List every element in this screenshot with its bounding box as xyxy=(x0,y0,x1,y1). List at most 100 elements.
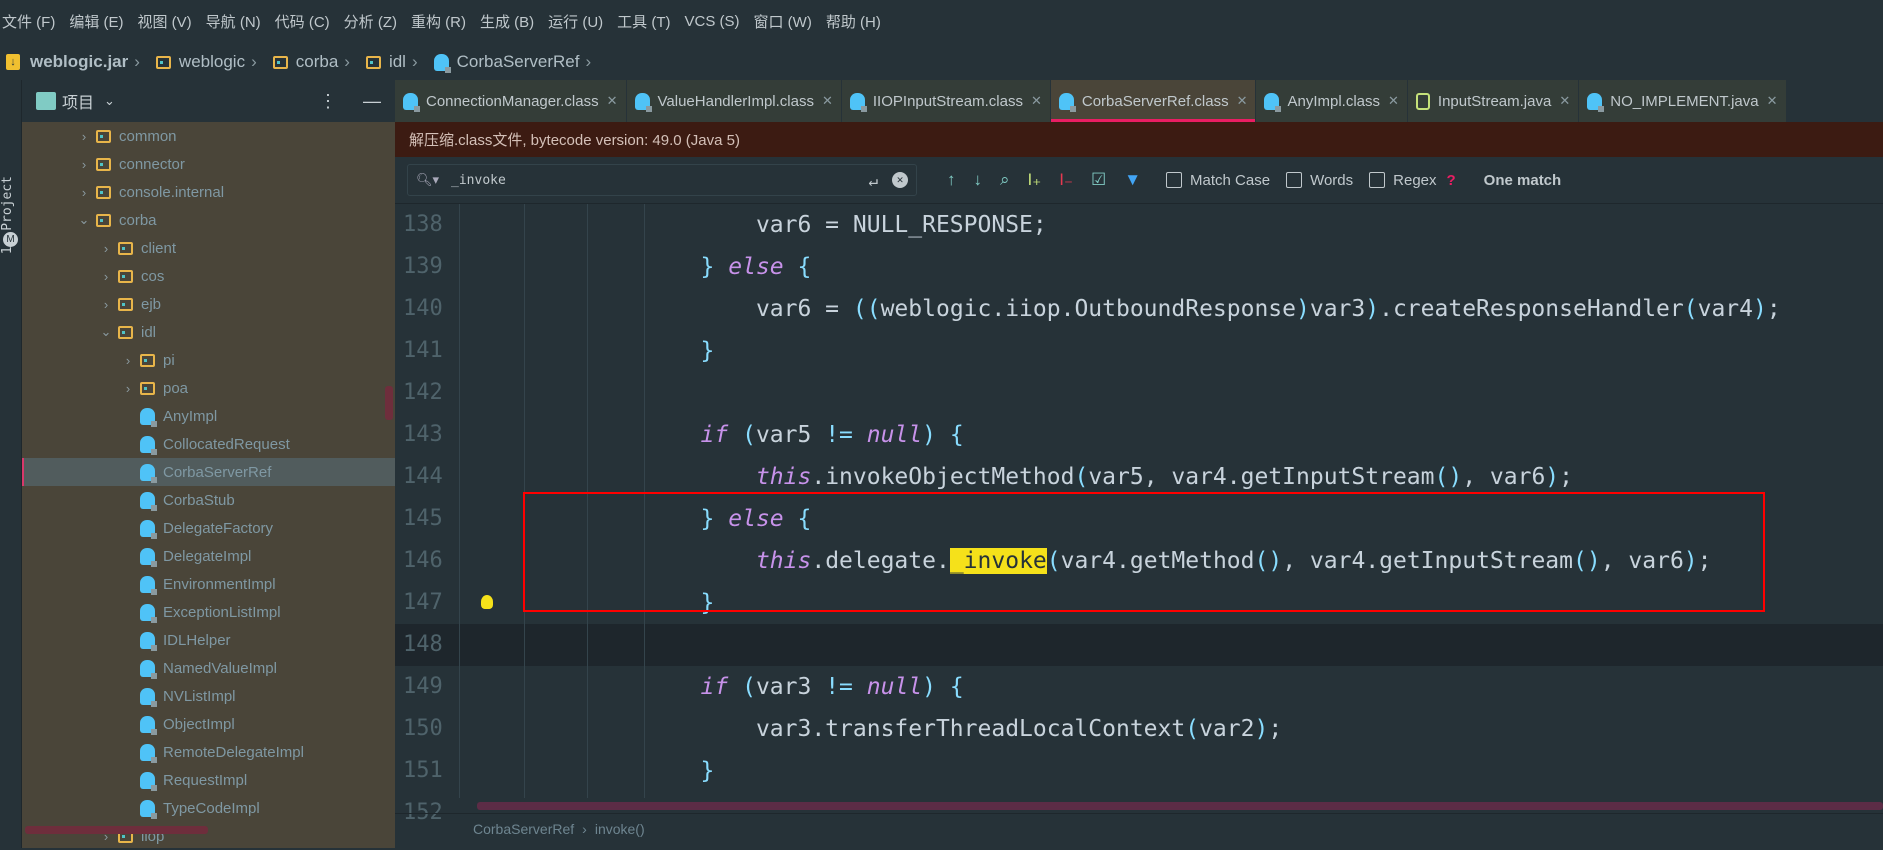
code-line[interactable]: } xyxy=(395,750,1883,792)
chevron-right-icon[interactable]: › xyxy=(120,353,136,368)
chevron-right-icon[interactable]: › xyxy=(98,269,114,284)
breadcrumb-idl[interactable]: idl › xyxy=(365,52,426,72)
previous-occurrence-icon[interactable]: ↑ xyxy=(947,170,956,190)
tree-item[interactable]: › cos xyxy=(22,262,395,290)
tree-item[interactable]: DelegateImpl xyxy=(22,542,395,570)
tree-item[interactable]: ⌄ corba xyxy=(22,206,395,234)
editor-tab[interactable]: AnyImpl.class ✕ xyxy=(1256,80,1408,122)
words-checkbox[interactable]: Words xyxy=(1286,172,1353,189)
menu-item[interactable]: 编辑 (E) xyxy=(69,11,123,32)
close-icon[interactable]: ✕ xyxy=(1767,93,1778,109)
tree-item[interactable]: › common xyxy=(22,122,395,150)
editor-tab[interactable]: IIOPInputStream.class ✕ xyxy=(841,80,1051,122)
project-view-selector[interactable]: 项目 xyxy=(62,89,94,113)
clear-icon[interactable]: ✕ xyxy=(892,172,908,188)
regex-checkbox[interactable]: Regex xyxy=(1369,172,1437,189)
filter-icon[interactable]: ▼ xyxy=(1124,170,1141,190)
tree-item[interactable]: IDLHelper xyxy=(22,626,395,654)
code-line[interactable]: if (var3 != null) { xyxy=(395,666,1883,708)
code-line[interactable]: } else { xyxy=(395,246,1883,288)
code-line[interactable]: var6 = ((weblogic.iiop.OutboundResponse)… xyxy=(395,288,1883,330)
chevron-right-icon[interactable]: › xyxy=(76,185,92,200)
next-occurrence-icon[interactable]: ↓ xyxy=(974,170,983,190)
chevron-down-icon[interactable]: ⌄ xyxy=(98,324,114,340)
close-icon[interactable]: ✕ xyxy=(1388,93,1399,109)
tree-item[interactable]: ⌄ idl xyxy=(22,318,395,346)
tree-item[interactable]: › client xyxy=(22,234,395,262)
tree-item[interactable]: RemoteDelegateImpl xyxy=(22,738,395,766)
close-icon[interactable]: ✕ xyxy=(1237,93,1248,109)
minimize-icon[interactable]: — xyxy=(363,91,381,112)
footer-class[interactable]: CorbaServerRef xyxy=(473,821,574,837)
close-icon[interactable]: ✕ xyxy=(1559,93,1570,109)
project-scrollbar[interactable] xyxy=(385,386,393,420)
project-hscrollbar[interactable] xyxy=(25,826,208,834)
chevron-right-icon[interactable]: › xyxy=(76,157,92,172)
breadcrumb-jar[interactable]: ↓ weblogic.jar › xyxy=(0,52,148,72)
editor-hscrollbar[interactable] xyxy=(477,802,1883,810)
tree-item[interactable]: › ejb xyxy=(22,290,395,318)
more-options-icon[interactable]: ⋮ xyxy=(319,91,337,112)
breadcrumb-class[interactable]: CorbaServerRef › xyxy=(433,52,600,73)
chevron-right-icon[interactable]: › xyxy=(120,381,136,396)
chevron-right-icon[interactable]: › xyxy=(76,129,92,144)
menu-item[interactable]: 工具 (T) xyxy=(617,11,670,32)
tree-item[interactable]: DelegateFactory xyxy=(22,514,395,542)
close-icon[interactable]: ✕ xyxy=(1031,93,1042,109)
code-line[interactable]: var3.transferThreadLocalContext(var2); xyxy=(395,708,1883,750)
tree-item[interactable]: › pi xyxy=(22,346,395,374)
menu-item[interactable]: 分析 (Z) xyxy=(344,11,397,32)
tree-item[interactable]: › connector xyxy=(22,150,395,178)
breadcrumb-corba[interactable]: corba › xyxy=(272,52,358,72)
lightbulb-icon[interactable] xyxy=(481,595,493,609)
menu-item[interactable]: 文件 (F) xyxy=(2,11,55,32)
editor-tab[interactable]: CorbaServerRef.class ✕ xyxy=(1050,80,1257,122)
tree-item[interactable]: TypeCodeImpl xyxy=(22,794,395,822)
tree-item[interactable]: › console.internal xyxy=(22,178,395,206)
remove-selection-icon[interactable]: I₋ xyxy=(1059,170,1073,190)
search-input[interactable]: 🔍︎▾ _invoke ↵ ✕ xyxy=(407,164,917,196)
tree-item[interactable]: NVListImpl xyxy=(22,682,395,710)
menu-item[interactable]: 生成 (B) xyxy=(480,11,534,32)
tree-item[interactable]: NamedValueImpl xyxy=(22,654,395,682)
tree-item[interactable]: EnvironmentImpl xyxy=(22,570,395,598)
code-line[interactable]: var6 = NULL_RESPONSE; xyxy=(395,204,1883,246)
tree-item[interactable]: CorbaServerRef xyxy=(22,458,395,486)
editor-tab[interactable]: ValueHandlerImpl.class ✕ xyxy=(626,80,842,122)
menu-item[interactable]: 窗口 (W) xyxy=(754,11,812,32)
menu-item[interactable]: 导航 (N) xyxy=(206,11,261,32)
menu-item[interactable]: VCS (S) xyxy=(685,13,740,30)
menu-item[interactable]: 重构 (R) xyxy=(411,11,466,32)
editor-tab[interactable]: ConnectionManager.class ✕ xyxy=(395,80,627,122)
menu-item[interactable]: 运行 (U) xyxy=(548,11,603,32)
select-all-occurrences-icon[interactable]: ☑ xyxy=(1091,170,1106,190)
code-line[interactable] xyxy=(395,624,1883,666)
chevron-down-icon[interactable]: ⌄ xyxy=(104,93,115,109)
breadcrumb-weblogic[interactable]: weblogic › xyxy=(155,52,265,72)
footer-method[interactable]: invoke() xyxy=(595,821,645,837)
tree-item[interactable]: CollocatedRequest xyxy=(22,430,395,458)
tree-item[interactable]: RequestImpl xyxy=(22,766,395,794)
regex-help-icon[interactable]: ? xyxy=(1447,172,1456,189)
tree-item[interactable]: CorbaStub xyxy=(22,486,395,514)
close-icon[interactable]: ✕ xyxy=(607,93,618,109)
tree-item[interactable]: ObjectImpl xyxy=(22,710,395,738)
close-icon[interactable]: ✕ xyxy=(822,93,833,109)
chevron-right-icon[interactable]: › xyxy=(98,297,114,312)
chevron-right-icon[interactable]: › xyxy=(98,241,114,256)
find-all-icon[interactable]: ⌕ xyxy=(1000,170,1010,190)
search-icon[interactable]: 🔍︎▾ xyxy=(416,173,439,188)
editor-tab[interactable]: NO_IMPLEMENT.java ✕ xyxy=(1579,80,1787,122)
newline-icon[interactable]: ↵ xyxy=(868,171,878,190)
menu-item[interactable]: 代码 (C) xyxy=(275,11,330,32)
chevron-down-icon[interactable]: ⌄ xyxy=(76,212,92,228)
menu-item[interactable]: 视图 (V) xyxy=(138,11,192,32)
tree-item[interactable]: AnyImpl xyxy=(22,402,395,430)
code-line[interactable]: } xyxy=(395,330,1883,372)
add-selection-icon[interactable]: I₊ xyxy=(1028,170,1042,190)
code-line[interactable] xyxy=(395,372,1883,414)
code-line[interactable]: if (var5 != null) { xyxy=(395,414,1883,456)
match-case-checkbox[interactable]: Match Case xyxy=(1166,172,1270,189)
tree-item[interactable]: ExceptionListImpl xyxy=(22,598,395,626)
tree-item[interactable]: › poa xyxy=(22,374,395,402)
